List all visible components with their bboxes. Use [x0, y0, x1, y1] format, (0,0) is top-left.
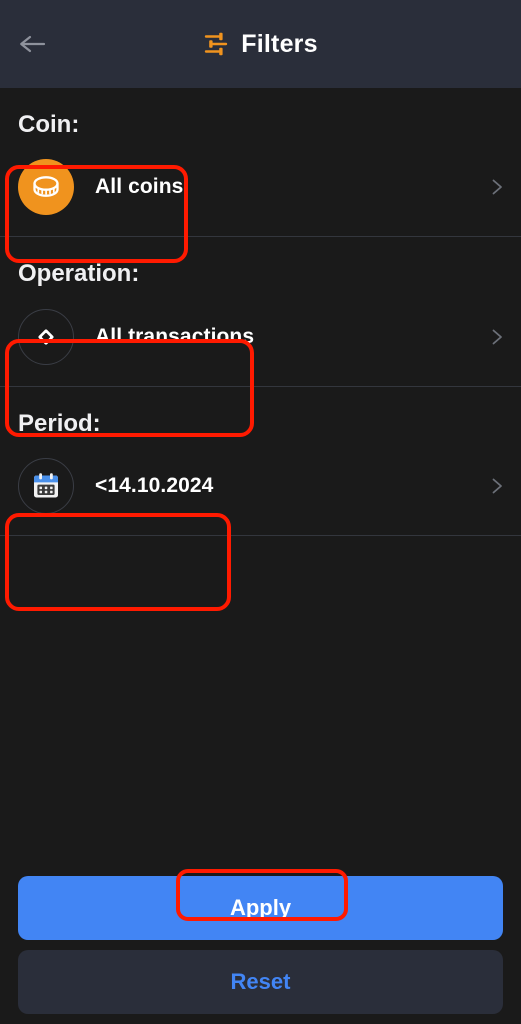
section-operation: Operation: All transactions [0, 237, 521, 387]
diamond-icon [38, 329, 54, 345]
period-icon-badge [18, 458, 74, 515]
chevron-right-icon[interactable] [487, 327, 507, 347]
chevron-right-icon[interactable] [487, 177, 507, 197]
sliders-icon [205, 32, 228, 56]
period-section-label: Period: [18, 409, 101, 437]
coin-row-value: All coins [95, 175, 184, 199]
operation-row-value: All transactions [95, 324, 255, 348]
operation-icon-badge [18, 308, 74, 365]
coin-icon [33, 176, 59, 198]
period-row-value: <14.10.2024 [95, 474, 214, 498]
operation-row[interactable]: All transactions [0, 288, 521, 386]
operation-section-label: Operation: [18, 260, 140, 288]
header-title-group: Filters [0, 0, 521, 88]
coin-icon-badge [18, 159, 74, 216]
footer-actions: Apply Reset [0, 876, 521, 1014]
page-title: Filters [241, 29, 318, 58]
apply-button[interactable]: Apply [18, 876, 503, 940]
section-period: Period: <14.10.2024 [0, 387, 521, 537]
app-header: Filters [0, 0, 521, 88]
coin-section-label: Coin: [18, 111, 80, 138]
filters-screen: Filters Coin: All coins Operation: All t… [0, 0, 521, 1024]
period-row[interactable]: <14.10.2024 [0, 437, 521, 535]
calendar-icon [34, 473, 58, 498]
reset-button[interactable]: Reset [18, 950, 503, 1014]
coin-row[interactable]: All coins [0, 138, 521, 236]
chevron-right-icon[interactable] [487, 476, 507, 496]
section-coin: Coin: All coins [0, 88, 521, 238]
filters-body: Coin: All coins Operation: All transacti… [0, 88, 521, 1024]
divider-period [0, 535, 521, 537]
